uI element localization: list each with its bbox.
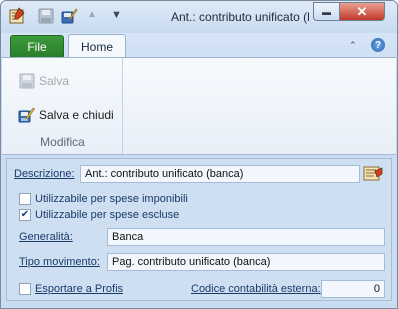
generalita-field[interactable]: Banca xyxy=(107,228,385,246)
dialog-window: ▲ ▼ Ant.: contributo unificato (banca) ▬… xyxy=(0,0,398,309)
salva-label: Salva xyxy=(39,74,70,88)
descrizione-label: Descrizione: xyxy=(14,168,75,180)
save-close-icon xyxy=(18,107,35,123)
save-icon[interactable] xyxy=(37,7,55,25)
salva-e-chiudi-button[interactable]: Salva e chiudi xyxy=(18,104,114,126)
escluse-checkbox[interactable]: ✔ xyxy=(19,209,31,221)
codice-label-text: Codice contabilità esterna: xyxy=(191,283,321,295)
generalita-label: Generalità: xyxy=(19,231,73,243)
codice-field[interactable]: 0 xyxy=(321,280,385,298)
group-label-modifica: Modifica xyxy=(40,135,85,149)
browse-icon[interactable] xyxy=(363,165,383,183)
minimize-button[interactable]: ▬ xyxy=(313,2,340,21)
escluse-label: Utilizzabile per spese escluse xyxy=(35,209,180,221)
window-title: Ant.: contributo unificato (banca) xyxy=(171,10,309,24)
esportare-label-text: Esportare a Profis xyxy=(35,283,124,295)
tab-file[interactable]: File xyxy=(10,35,64,57)
imponibili-checkbox[interactable] xyxy=(19,193,31,205)
save-close-icon[interactable] xyxy=(60,7,78,25)
close-button[interactable]: ✕ xyxy=(339,2,385,21)
tipo-movimento-label: Tipo movimento: xyxy=(19,256,100,268)
customize-dropdown-icon[interactable]: ▼ xyxy=(111,9,122,21)
esportare-checkbox[interactable] xyxy=(19,283,31,295)
minimize-icon: ▬ xyxy=(322,6,331,17)
salva-e-chiudi-label: Salva e chiudi xyxy=(39,108,114,122)
properties-form: Descrizione: Ant.: contributo unificato … xyxy=(6,158,392,301)
tipo-movimento-field[interactable]: Pag. contributo unificato (banca) xyxy=(107,253,385,271)
ribbon-tab-row: File Home ⌃ ? xyxy=(1,33,397,58)
codice-label: Codice contabilità esterna: xyxy=(191,283,321,295)
title-bar: ▲ ▼ Ant.: contributo unificato (banca) ▬… xyxy=(1,1,397,33)
salva-button[interactable]: Salva xyxy=(18,70,69,92)
collapse-ribbon-icon[interactable]: ⌃ xyxy=(349,40,357,51)
tipo-movimento-label-text: Tipo movimento: xyxy=(19,256,100,268)
imponibili-label: Utilizzabile per spese imponibili xyxy=(35,193,188,205)
app-icon[interactable] xyxy=(8,7,26,25)
tab-home[interactable]: Home xyxy=(68,34,126,58)
generalita-label-text: Generalità: xyxy=(19,231,73,243)
esportare-label: Esportare a Profis xyxy=(35,283,123,295)
ribbon-group-modifica: Salva Salva e chiudi Modifica xyxy=(2,58,123,154)
save-icon xyxy=(19,73,35,89)
up-arrow-icon[interactable]: ▲ xyxy=(87,9,97,20)
close-icon: ✕ xyxy=(356,3,368,19)
ribbon-panel: Salva Salva e chiudi Modifica xyxy=(2,57,396,155)
descrizione-field[interactable]: Ant.: contributo unificato (banca) xyxy=(80,165,360,183)
descrizione-label-text: Descrizione: xyxy=(14,168,75,180)
help-icon[interactable]: ? xyxy=(371,38,385,52)
checkmark-icon: ✔ xyxy=(20,209,30,220)
